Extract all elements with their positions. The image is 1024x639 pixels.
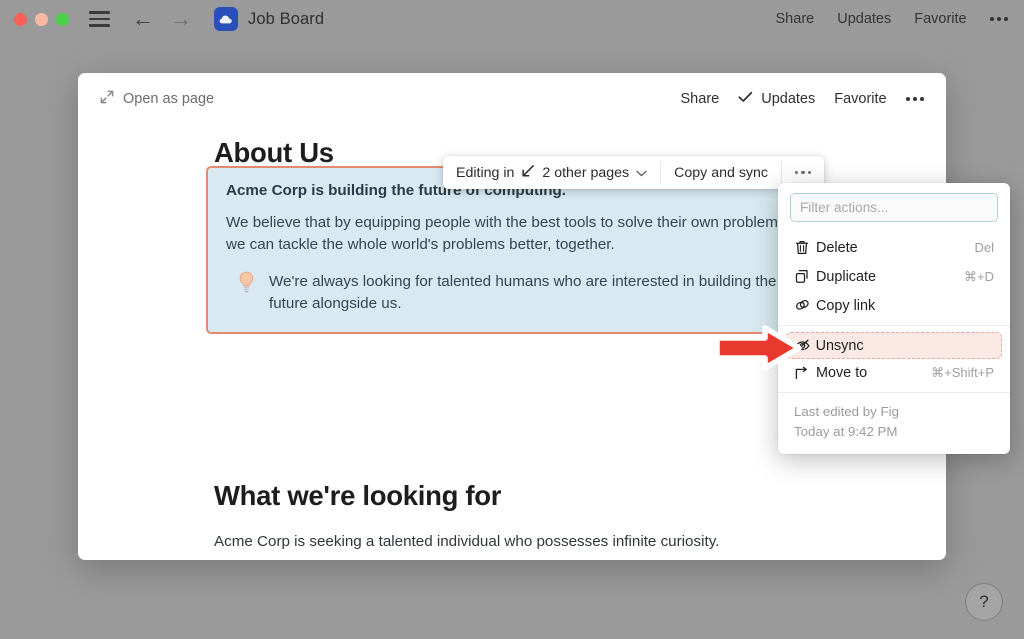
callout-nested-tip[interactable]: We're always looking for talented humans…	[226, 271, 799, 315]
callout-tip-text: We're always looking for talented humans…	[269, 273, 777, 313]
panel-share-button[interactable]: Share	[681, 91, 720, 107]
callout-paragraph: We believe that by equipping people with…	[226, 214, 790, 253]
menu-item-duplicate-label: Duplicate	[816, 268, 876, 285]
body-paragraph-1: Acme Corp is seeking a talented individu…	[214, 533, 720, 550]
panel-actions: Share Updates Favorite	[681, 90, 924, 108]
menu-item-move-to[interactable]: Move to ⌘+Shift+P	[786, 359, 1002, 387]
arrow-down-left-icon	[521, 164, 535, 182]
last-edited-by: Last edited by Fig	[794, 404, 899, 420]
window-share-button[interactable]: Share	[776, 11, 815, 27]
window-title: Job Board	[248, 9, 325, 28]
duplicate-icon	[794, 268, 816, 285]
menu-group-primary: Delete Del Duplicate ⌘+D Copy link	[778, 232, 1010, 325]
nav-arrows: ← →	[132, 8, 192, 30]
arrow-right-icon[interactable]: →	[170, 8, 192, 30]
other-pages-count-label: 2 other pages	[542, 164, 630, 181]
menu-item-unsync[interactable]: Unsync	[786, 332, 1002, 360]
open-as-page-button[interactable]: Open as page	[100, 90, 214, 109]
body-paragraph-2: You'll partner with our head of product …	[214, 555, 946, 560]
filter-actions-placeholder: Filter actions...	[800, 200, 889, 215]
link-icon	[794, 297, 816, 314]
menu-item-move-to-shortcut: ⌘+Shift+P	[931, 365, 994, 381]
menu-item-copy-link[interactable]: Copy link	[786, 291, 1002, 320]
minimize-button[interactable]	[35, 12, 48, 26]
window-ellipsis-icon[interactable]	[989, 17, 1008, 21]
looking-for-section: What we're looking for Acme Corp is seek…	[78, 480, 946, 560]
section-heading: What we're looking for	[214, 480, 502, 511]
lightbulb-icon	[238, 271, 255, 315]
unsync-eye-off-icon	[794, 338, 816, 353]
menu-item-delete-shortcut: Del	[974, 240, 994, 255]
menu-item-copy-link-label: Copy link	[816, 297, 876, 314]
help-button[interactable]: ?	[965, 583, 1003, 621]
menu-item-duplicate-shortcut: ⌘+D	[964, 268, 994, 284]
move-to-icon	[794, 366, 816, 381]
trash-icon	[794, 239, 816, 256]
arrow-left-icon[interactable]: ←	[132, 8, 154, 30]
screenshot-root: ← → Job Board Share Updates Favorite Ope…	[0, 0, 1024, 639]
menu-item-delete-label: Delete	[816, 239, 858, 256]
question-mark-icon: ?	[979, 592, 989, 611]
editing-in-button[interactable]: Editing in 2 other pages	[443, 156, 660, 189]
window-favorite-button[interactable]: Favorite	[914, 11, 966, 27]
block-actions-menu: Filter actions... Delete Del Duplicate ⌘…	[778, 183, 1010, 455]
panel-ellipsis-icon[interactable]	[905, 97, 924, 101]
window-titlebar: ← → Job Board Share Updates Favorite	[0, 0, 1024, 38]
menu-item-delete[interactable]: Delete Del	[786, 233, 1002, 262]
zoom-button[interactable]	[56, 12, 69, 26]
filter-actions-input[interactable]: Filter actions...	[790, 193, 998, 222]
open-as-page-label: Open as page	[123, 91, 215, 107]
menu-group-sync: Unsync Move to ⌘+Shift+P	[778, 325, 1010, 392]
menu-footer: Last edited by Fig Today at 9:42 PM	[778, 392, 1010, 454]
block-toolbar: Editing in 2 other pages Copy and sync	[443, 156, 825, 189]
window-actions: Share Updates Favorite	[776, 11, 1008, 27]
cloud-icon	[214, 7, 238, 31]
callout-block[interactable]: Acme Corp is building the future of comp…	[206, 166, 819, 334]
close-button[interactable]	[14, 12, 27, 26]
copy-and-sync-button[interactable]: Copy and sync	[661, 156, 781, 189]
ellipsis-icon	[795, 170, 812, 175]
panel-updates-label: Updates	[761, 91, 816, 107]
expand-diagonal-icon	[100, 90, 114, 109]
last-edited-at: Today at 9:42 PM	[794, 424, 898, 440]
check-icon	[738, 90, 753, 108]
menu-item-duplicate[interactable]: Duplicate ⌘+D	[786, 262, 1002, 291]
panel-header: Open as page Share Updates Favorite	[78, 73, 946, 125]
hamburger-icon[interactable]	[89, 11, 110, 27]
editing-in-label: Editing in	[456, 164, 515, 181]
panel-updates-button[interactable]: Updates	[738, 90, 815, 108]
copy-and-sync-label: Copy and sync	[674, 164, 769, 181]
chevron-down-icon	[636, 165, 647, 181]
window-updates-button[interactable]: Updates	[837, 11, 891, 27]
menu-item-move-to-label: Move to	[816, 365, 868, 382]
menu-item-unsync-label: Unsync	[815, 337, 864, 354]
window-traffic-lights	[14, 12, 69, 26]
panel-favorite-button[interactable]: Favorite	[834, 91, 886, 107]
